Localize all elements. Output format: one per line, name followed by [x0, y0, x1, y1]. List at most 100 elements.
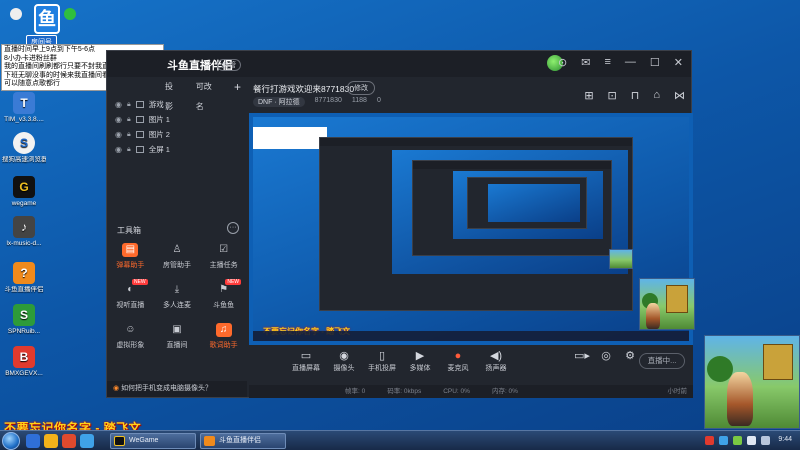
start-button[interactable]	[2, 432, 20, 450]
desktop-shortcut-lx-music[interactable]: ♪ lx-music-d...	[2, 216, 46, 248]
desktop-shortcut-sogou[interactable]: S 搜狗高速浏览器	[2, 132, 46, 164]
record-icon[interactable]: ⊡	[608, 89, 617, 102]
nested-game-art	[609, 249, 633, 269]
close-icon[interactable]: ✕	[674, 56, 683, 69]
tool-multi-mic[interactable]: ⤓ 多人连麦	[154, 281, 201, 315]
start-live-button[interactable]: 直播中...	[639, 353, 685, 369]
scene-item[interactable]: ◉ 🔒︎ 游戏	[107, 97, 247, 112]
lock-icon[interactable]: 🔒︎	[127, 101, 131, 109]
music-icon: ♪	[13, 216, 35, 238]
taskbar-clock[interactable]: 9:44	[778, 436, 792, 443]
tray-app-icon[interactable]	[719, 436, 728, 445]
room-header: 餐行打游戏欢迎来8771830 修改 DNF · 阿拉德 8771830 118…	[249, 77, 693, 111]
scene-label: 图片 2	[148, 130, 170, 139]
tool-danmu[interactable]: ▤ 弹幕助手	[107, 241, 154, 275]
lock-icon[interactable]: 🔒︎	[127, 146, 131, 154]
tool-avatar[interactable]: ☺ 虚拟形象	[107, 321, 154, 355]
wegame-icon: G	[13, 176, 35, 198]
taskbar-wegame[interactable]: WeGame	[110, 433, 196, 449]
network-icon[interactable]	[747, 436, 756, 445]
camera-icon: ◉	[339, 350, 349, 362]
tab-projection[interactable]: 投影	[165, 77, 180, 111]
lock-room-icon[interactable]: ⊓	[631, 89, 640, 102]
visibility-icon[interactable]: ◉	[115, 100, 122, 109]
tool-tasks[interactable]: ☑ 主播任务	[200, 241, 247, 275]
fans-count: 1188	[351, 97, 367, 104]
ie-icon[interactable]	[80, 434, 94, 448]
phone-cast-button[interactable]: ▯ 手机投屏	[365, 349, 399, 373]
source-controls: ▭ 直播屏幕 ◉ 摄像头 ▯ 手机投屏 ▶ 多媒体 ● 麦克风 ◀) 扬声器 ▭…	[249, 345, 693, 385]
desktop-shortcut-label: lx-music-d...	[6, 240, 42, 247]
share-icon[interactable]: ⋈	[674, 89, 685, 102]
desktop-shortcut-wegame[interactable]: G wegame	[2, 176, 46, 208]
toolbox-grid: ▤ 弹幕助手 ♙ 房管助手 ☑ 主播任务 NEW ◐ 视听直播 ⤓ 多人连麦 N…	[107, 241, 247, 355]
microphone-button[interactable]: ● 麦克风	[441, 349, 475, 373]
add-scene-icon[interactable]: +	[234, 77, 241, 97]
new-badge: NEW	[131, 279, 148, 285]
camera-button[interactable]: ◉ 摄像头	[327, 349, 361, 373]
folder-icon[interactable]	[44, 434, 58, 448]
tray-app-icon[interactable]	[733, 436, 742, 445]
visibility-icon[interactable]: ◉	[115, 115, 122, 124]
notify-icon[interactable]: ⌂	[653, 89, 660, 102]
taskbar-douyu[interactable]: 斗鱼直播伴侣	[200, 433, 286, 449]
header-actions: ⊞ ⊡ ⊓ ⌂ ⋈	[584, 89, 685, 102]
game-category[interactable]: DNF · 阿拉德	[253, 97, 305, 107]
tool-label: 房管助手	[162, 262, 191, 269]
speaker-button[interactable]: ◀) 扬声器	[479, 349, 513, 373]
skin-icon[interactable]: ⊙	[558, 56, 567, 69]
lock-icon[interactable]: 🔒︎	[127, 116, 131, 124]
preview-desktop: 不要忘记你名字 - 踏飞文	[253, 117, 689, 341]
avatar-icon: ☺	[125, 324, 136, 335]
tray-app-icon[interactable]	[705, 436, 714, 445]
danmu-icon: ▤	[122, 243, 139, 257]
screen-icon: ▭	[300, 350, 312, 362]
scene-item[interactable]: ◉ 🔒︎ 图片 2	[107, 127, 247, 142]
tool-lyrics[interactable]: ♫ 歌词助手	[200, 321, 247, 355]
desktop-shortcut-bmx[interactable]: B BMXGEVX...	[2, 346, 46, 378]
desktop-mini-icon	[10, 8, 22, 20]
desktop-shortcut-douyu[interactable]: ? 斗鱼直播伴侣	[2, 262, 46, 294]
nested-preview-3	[488, 184, 580, 222]
gift-icon[interactable]: ⊞	[584, 89, 593, 102]
tool-label: 视听直播	[116, 302, 145, 309]
media-button[interactable]: ▶ 多媒体	[403, 349, 437, 373]
more-icon[interactable]: ···	[227, 222, 239, 234]
tool-av-live[interactable]: NEW ◐ 视听直播	[107, 279, 154, 315]
version-badge[interactable]: 房管	[217, 59, 241, 71]
microphone-icon: ●	[454, 350, 462, 362]
settings-icon[interactable]: ≡	[604, 56, 610, 69]
system-tray	[705, 436, 770, 445]
desktop-shortcut-label: wegame	[11, 200, 37, 207]
source-type-icon	[135, 101, 144, 108]
minimize-icon[interactable]: —	[625, 56, 636, 69]
phone-camera-hint[interactable]: ◉ 如何把手机变成电脑摄像头？	[107, 381, 247, 397]
hint-icon: ◉	[113, 385, 120, 392]
visibility-icon[interactable]: ◉	[115, 130, 122, 139]
scene-item[interactable]: ◉ 🔒︎ 全屏 1	[107, 142, 247, 157]
maximize-icon[interactable]: ☐	[650, 56, 660, 69]
volume-icon[interactable]	[761, 436, 770, 445]
tool-room-admin[interactable]: ♙ 房管助手	[154, 241, 201, 275]
scene-item[interactable]: ◉ 🔒︎ 图片 1	[107, 112, 247, 127]
desktop-shortcut-spn[interactable]: S SPNRuib...	[2, 304, 46, 336]
tool-live-room[interactable]: ▣ 直播间	[154, 321, 201, 355]
control-label: 麦克风	[447, 365, 469, 372]
scene-label: 全屏 1	[148, 145, 170, 154]
tab-rename[interactable]: 可改名	[196, 77, 218, 111]
desktop-shortcut-tim[interactable]: T TIM_v3.3.8....	[2, 92, 46, 124]
media-player-icon[interactable]	[62, 434, 76, 448]
lyrics-icon: ♫	[215, 323, 232, 337]
tool-fish[interactable]: NEW ⚑ 斗鱼鱼	[200, 279, 247, 315]
tool-label: 直播间	[166, 342, 188, 349]
monitor-icon	[135, 146, 144, 153]
capture-screen-button[interactable]: ▭ 直播屏幕	[289, 349, 323, 373]
taskbar-label: 斗鱼直播伴侣	[219, 437, 261, 444]
hero-shape	[646, 303, 660, 329]
visibility-icon[interactable]: ◉	[115, 145, 122, 154]
message-icon[interactable]: ✉	[581, 56, 590, 69]
explorer-icon[interactable]	[26, 434, 40, 448]
stream-preview[interactable]: 不要忘记你名字 - 踏飞文	[249, 113, 693, 345]
edit-button[interactable]: 修改	[347, 81, 375, 95]
lock-icon[interactable]: 🔒︎	[127, 131, 131, 139]
